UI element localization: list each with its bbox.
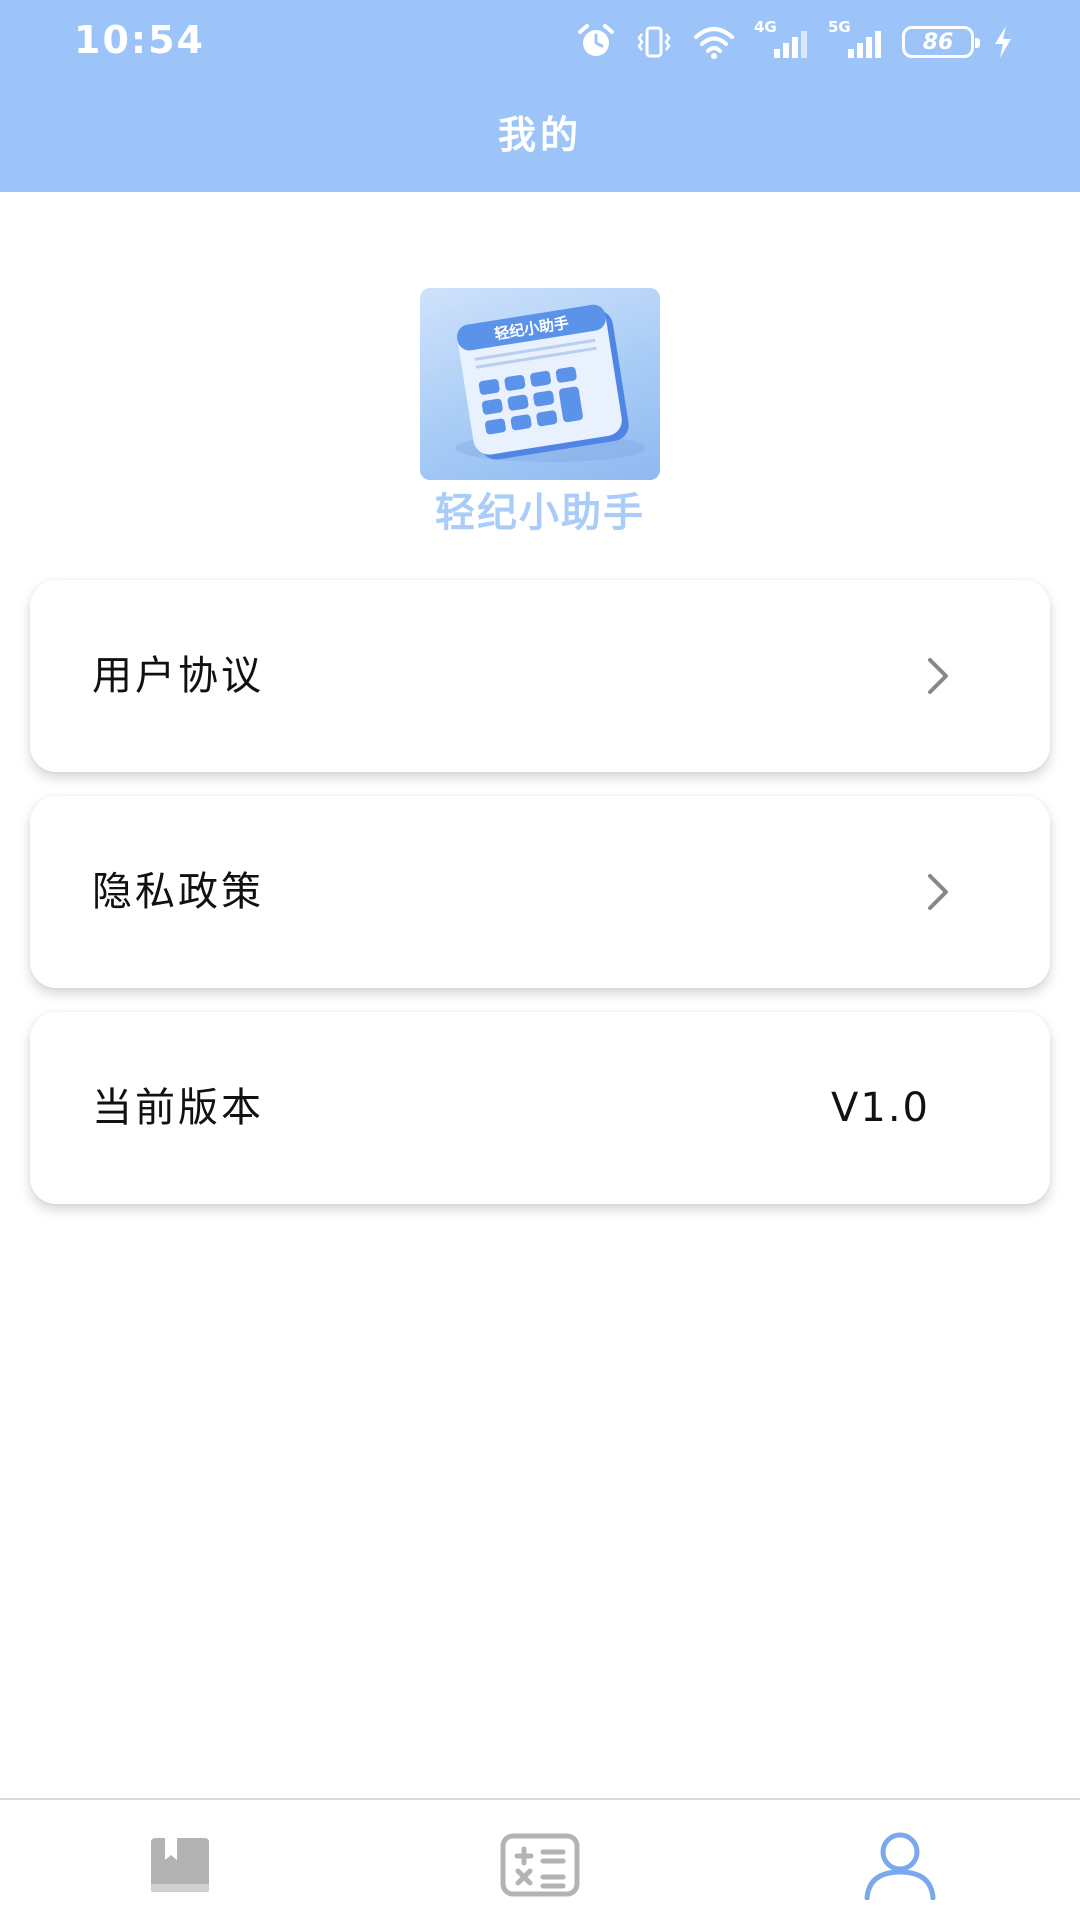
signal-4g-icon: 4G [754,18,810,62]
user-agreement-label: 用户协议 [92,653,264,699]
status-icons: 4G 5G 86 [576,18,1014,62]
battery-icon: 86 [902,26,980,58]
app-name: 轻纪小助手 [435,490,645,536]
charging-icon [995,26,1011,58]
current-version-value: V1.0 [831,1085,930,1131]
status-bar: 10:54 4G 5G 86 [0,0,1080,84]
signal-5g-icon: 5G [828,18,884,62]
alarm-icon [578,24,614,56]
chevron-right-icon [928,658,948,694]
page-title: 我的 [497,113,582,157]
user-icon[interactable] [855,1830,945,1900]
current-version-label: 当前版本 [92,1085,264,1131]
current-version-row: 当前版本 V1.0 [30,1012,1050,1204]
top-app-bar: 10:54 4G 5G 86 我的 [0,0,1080,192]
status-time: 10:54 [74,18,205,62]
chevron-right-icon [928,874,948,910]
vibrate-icon [637,26,671,58]
calculator-icon[interactable] [495,1830,585,1900]
privacy-policy-label: 隐私政策 [92,869,264,915]
book-icon[interactable] [135,1830,225,1900]
battery-level: 86 [922,29,954,55]
user-agreement-row[interactable]: 用户协议 [30,580,1050,772]
privacy-policy-row[interactable]: 隐私政策 [30,796,1050,988]
bottom-tab-bar [0,1798,1080,1920]
wifi-icon [694,27,734,59]
app-logo: 轻纪小助手 [420,288,660,480]
